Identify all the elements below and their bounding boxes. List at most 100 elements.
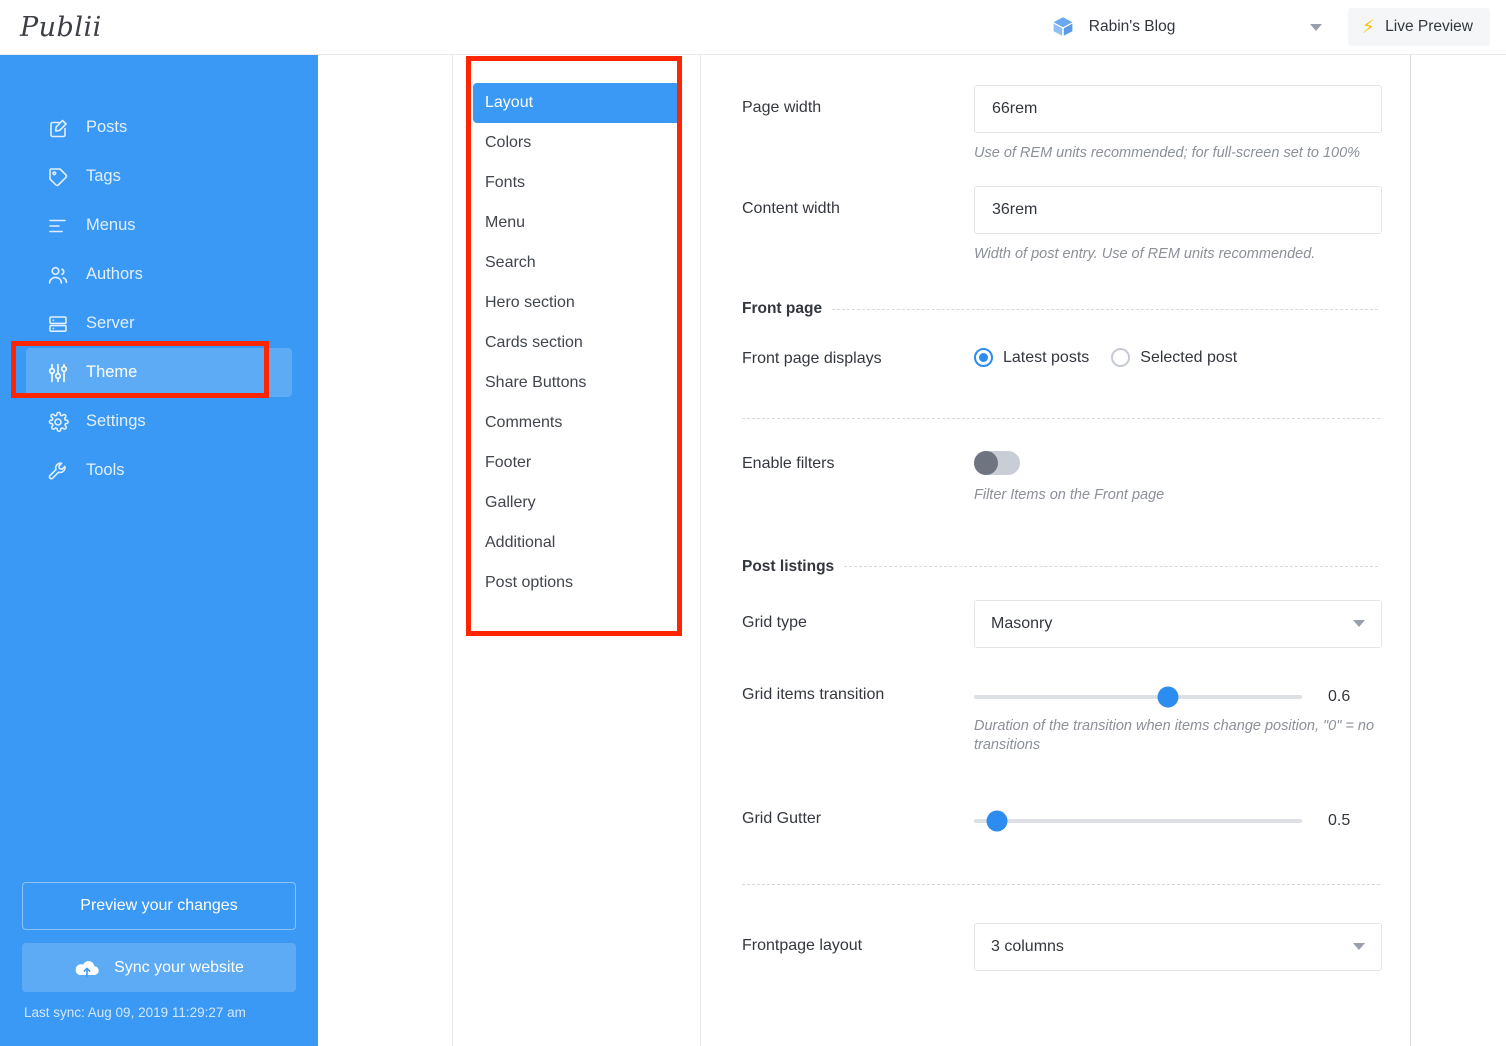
submenu-item-colors[interactable]: Colors <box>473 123 680 163</box>
radio-label-selected-post: Selected post <box>1140 348 1238 366</box>
grid-gutter-row: Grid Gutter 0.5 <box>742 796 1380 848</box>
submenu-item-search[interactable]: Search <box>473 243 680 283</box>
sidebar-item-posts[interactable]: Posts <box>26 103 292 152</box>
frontpage-layout-select[interactable]: 3 columns <box>974 922 1382 971</box>
top-bar-right: Rabin's Blog ⚡ Live Preview <box>1045 0 1506 55</box>
sidebar-item-label: Server <box>86 314 135 332</box>
grid-gutter-value: 0.5 <box>1328 811 1351 829</box>
toggle-knob <box>974 451 998 476</box>
grid-items-transition-field: 0.6 Duration of the transition when item… <box>974 672 1380 756</box>
spacer-column <box>318 55 453 1046</box>
grid-type-field: Masonry <box>974 599 1382 648</box>
submenu-item-hero-section[interactable]: Hero section <box>473 283 680 323</box>
section-rule <box>832 308 1378 310</box>
radio-option-selected-post[interactable]: Selected post <box>1111 348 1238 368</box>
front-page-displays-label: Front page displays <box>742 350 882 368</box>
sidebar-item-server[interactable]: Server <box>26 299 292 348</box>
grid-gutter-slider[interactable] <box>974 810 1302 832</box>
last-sync-text: Last sync: Aug 09, 2019 11:29:27 am <box>24 1005 246 1020</box>
sidebar-item-label: Tools <box>86 461 125 479</box>
sidebar-nav: Posts Tags Menus Authors Server Theme Se… <box>0 55 318 495</box>
submenu-item-layout[interactable]: Layout <box>473 83 680 123</box>
grid-items-transition-slider[interactable] <box>974 686 1302 708</box>
wrench-icon <box>45 458 71 484</box>
submenu-item-menu[interactable]: Menu <box>473 203 680 243</box>
submenu-item-additional[interactable]: Additional <box>473 523 680 563</box>
enable-filters-label: Enable filters <box>742 455 835 473</box>
page-width-hint: Use of REM units recommended; for full-s… <box>974 145 1361 161</box>
sidebar-item-tags[interactable]: Tags <box>26 152 292 201</box>
submenu-item-gallery[interactable]: Gallery <box>473 483 680 523</box>
front-page-section-header: Front page <box>742 300 1380 318</box>
right-gutter <box>1412 55 1506 1046</box>
sidebar-item-theme[interactable]: Theme <box>26 348 292 397</box>
sidebar-item-label: Authors <box>86 265 143 283</box>
frontpage-layout-row: Frontpage layout 3 columns <box>742 922 1382 975</box>
grid-gutter-slider-row: 0.5 <box>974 796 1380 832</box>
lightning-bolt-icon: ⚡ <box>1361 16 1376 38</box>
sync-website-button[interactable]: Sync your website <box>22 943 296 992</box>
sidebar-footer: Preview your changes Sync your website L… <box>0 882 318 1046</box>
grid-items-transition-slider-row: 0.6 <box>974 672 1380 708</box>
sidebar-item-authors[interactable]: Authors <box>26 250 292 299</box>
gear-icon <box>45 409 71 435</box>
content-width-label: Content width <box>742 199 840 217</box>
users-icon <box>45 262 71 288</box>
front-page-section-title: Front page <box>742 300 823 318</box>
radio-selected-post[interactable] <box>1111 348 1131 368</box>
frontpage-layout-value: 3 columns <box>991 937 1064 955</box>
radio-option-latest-posts[interactable]: Latest posts <box>974 348 1090 368</box>
front-page-divider <box>742 418 1380 420</box>
slider-handle[interactable] <box>986 810 1008 832</box>
enable-filters-hint: Filter Items on the Front page <box>974 487 1165 504</box>
theme-submenu: Layout Colors Fonts Menu Search Hero sec… <box>453 55 701 1046</box>
post-listings-section-header: Post listings <box>742 558 1380 576</box>
sidebar-item-tools[interactable]: Tools <box>26 446 292 495</box>
server-icon <box>45 311 71 337</box>
submenu-item-post-options[interactable]: Post options <box>473 563 680 603</box>
content-width-row: Content width Width of post entry. Use o… <box>742 185 1382 265</box>
sliders-icon <box>45 360 71 386</box>
submenu-item-fonts[interactable]: Fonts <box>473 163 680 203</box>
section-rule <box>844 566 1378 568</box>
post-listings-section-title: Post listings <box>742 557 835 575</box>
submenu-item-comments[interactable]: Comments <box>473 403 680 443</box>
top-bar: Publii Rabin's Blog ⚡ Live Preview <box>0 0 1506 55</box>
page-width-input[interactable] <box>974 85 1382 133</box>
sidebar-item-settings[interactable]: Settings <box>26 397 292 446</box>
frontpage-layout-label: Frontpage layout <box>742 936 863 954</box>
submenu-item-cards-section[interactable]: Cards section <box>473 323 680 363</box>
radio-label-latest-posts: Latest posts <box>1003 348 1090 366</box>
radio-latest-posts[interactable] <box>974 348 993 368</box>
left-sidebar: Posts Tags Menus Authors Server Theme Se… <box>0 55 318 1046</box>
site-name: Rabin's Blog <box>1088 18 1176 35</box>
slider-handle[interactable] <box>1157 686 1179 708</box>
live-preview-button[interactable]: ⚡ Live Preview <box>1347 8 1490 46</box>
tag-icon <box>45 164 71 190</box>
front-page-displays-row: Front page displays Latest posts Selecte… <box>742 336 1380 388</box>
submenu-item-footer[interactable]: Footer <box>473 443 680 483</box>
content-width-input[interactable] <box>974 185 1382 234</box>
sidebar-item-menus[interactable]: Menus <box>26 201 292 250</box>
content-width-hint: Width of post entry. Use of REM units re… <box>974 245 1316 262</box>
grid-gutter-label: Grid Gutter <box>742 809 822 827</box>
submenu-item-share-buttons[interactable]: Share Buttons <box>473 363 680 403</box>
enable-filters-toggle[interactable] <box>974 451 1020 476</box>
enable-filters-row: Enable filters Filter Items on the Front… <box>742 441 1380 506</box>
list-icon <box>45 213 71 239</box>
page-width-label: Page width <box>742 99 822 116</box>
sidebar-item-label: Theme <box>86 363 138 381</box>
site-switcher[interactable]: Rabin's Blog <box>1045 7 1330 47</box>
sync-website-label: Sync your website <box>114 958 244 976</box>
preview-changes-button[interactable]: Preview your changes <box>22 882 296 930</box>
post-listings-divider <box>742 883 1380 885</box>
live-preview-label: Live Preview <box>1385 18 1473 35</box>
grid-type-select[interactable]: Masonry <box>974 599 1382 648</box>
grid-items-transition-row: Grid items transition 0.6 Duration of th… <box>742 672 1380 756</box>
grid-items-transition-hint: Duration of the transition when items ch… <box>974 717 1375 754</box>
theme-layout-settings-panel: Page width Use of REM units recommended;… <box>702 55 1411 1046</box>
grid-items-transition-label: Grid items transition <box>742 685 885 703</box>
chevron-down-icon[interactable] <box>1309 23 1322 31</box>
edit-square-icon <box>45 115 71 141</box>
grid-type-row: Grid type Masonry <box>742 599 1382 652</box>
